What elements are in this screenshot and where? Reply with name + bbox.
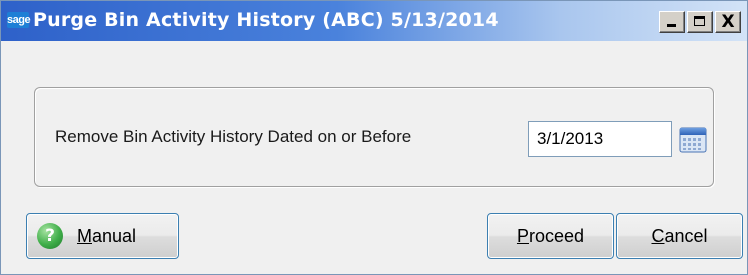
dialog-window: sage Purge Bin Activity History (ABC) 5/… (0, 0, 748, 275)
purge-date-input[interactable] (528, 121, 672, 157)
window-title: Purge Bin Activity History (ABC) 5/13/20… (33, 9, 499, 31)
minimize-button[interactable] (659, 11, 685, 33)
maximize-button[interactable] (687, 11, 713, 33)
close-button[interactable]: X (715, 11, 741, 33)
help-icon: ? (37, 223, 63, 249)
calendar-icon[interactable] (677, 125, 709, 155)
manual-button[interactable]: ? Manual (26, 213, 179, 259)
sage-logo: sage (7, 12, 31, 28)
purge-date-label: Remove Bin Activity History Dated on or … (55, 127, 412, 146)
window-controls: X (659, 11, 741, 33)
manual-button-label: Manual (77, 225, 137, 246)
proceed-button-label: Proceed (516, 225, 585, 246)
close-icon: X (721, 12, 735, 32)
minimize-icon (667, 24, 676, 27)
maximize-icon (694, 16, 705, 26)
cancel-button-label: Cancel (651, 225, 708, 246)
proceed-button[interactable]: Proceed (487, 213, 614, 259)
cancel-button[interactable]: Cancel (616, 213, 743, 259)
title-bar[interactable]: sage Purge Bin Activity History (ABC) 5/… (1, 1, 747, 41)
